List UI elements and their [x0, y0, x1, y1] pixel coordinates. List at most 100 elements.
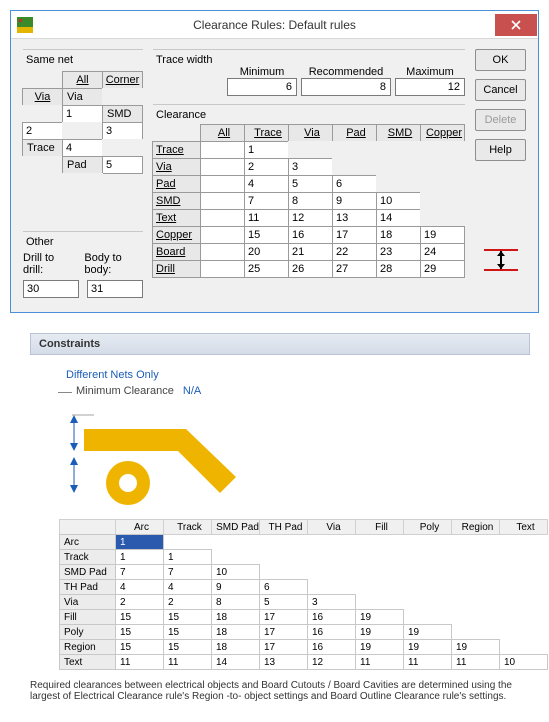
cm-col-fill[interactable]: Fill [355, 519, 404, 535]
col-via[interactable]: Via [22, 88, 63, 106]
cl-board-all[interactable] [200, 243, 245, 261]
cm-text-region[interactable]: 11 [451, 654, 500, 670]
cm-text-via[interactable]: 12 [307, 654, 356, 670]
cm-fill-fill[interactable]: 19 [355, 609, 404, 625]
cl-copper-smd[interactable]: 18 [376, 226, 421, 244]
cm-region-region[interactable]: 19 [451, 639, 500, 655]
cl-smd-pad[interactable]: 9 [332, 192, 377, 210]
cm-col-text[interactable]: Text [499, 519, 548, 535]
cm-th-pad-track[interactable]: 4 [163, 579, 212, 595]
cl-copper-copper[interactable]: 19 [420, 226, 465, 244]
cl-smd-all[interactable] [200, 192, 245, 210]
cl-drill-pad[interactable]: 27 [332, 260, 377, 278]
drill-to-drill-input[interactable] [23, 280, 79, 298]
cl-board-pad[interactable]: 22 [332, 243, 377, 261]
sn-smd-via[interactable]: 3 [102, 122, 143, 140]
cl-trace-all[interactable] [200, 141, 245, 159]
cl-via-via[interactable]: 3 [288, 158, 333, 176]
cl-drill-copper[interactable]: 29 [420, 260, 465, 278]
cl-row-smd[interactable]: SMD [152, 192, 201, 210]
cl-drill-all[interactable] [200, 260, 245, 278]
sn-smd-all[interactable]: 2 [22, 122, 63, 140]
trace-width-min[interactable] [227, 78, 297, 96]
sn-pad-all[interactable]: 5 [102, 156, 143, 174]
cm-row-smd-pad[interactable]: SMD Pad [59, 564, 116, 580]
cl-text-trace[interactable]: 11 [244, 209, 289, 227]
cm-poly-track[interactable]: 15 [163, 624, 212, 640]
cl-via-trace[interactable]: 2 [244, 158, 289, 176]
help-button[interactable]: Help [475, 139, 526, 161]
body-to-body-input[interactable] [87, 280, 143, 298]
row-smd[interactable]: SMD [102, 105, 143, 123]
cm-col-poly[interactable]: Poly [403, 519, 452, 535]
col-all[interactable]: All [62, 71, 103, 89]
cm-poly-fill[interactable]: 19 [355, 624, 404, 640]
cl-col-via[interactable]: Via [288, 124, 333, 142]
cm-th-pad-smd-pad[interactable]: 9 [211, 579, 260, 595]
cm-region-fill[interactable]: 19 [355, 639, 404, 655]
cm-region-smd-pad[interactable]: 18 [211, 639, 260, 655]
cl-text-pad[interactable]: 13 [332, 209, 377, 227]
cm-via-smd-pad[interactable]: 8 [211, 594, 260, 610]
cl-copper-trace[interactable]: 15 [244, 226, 289, 244]
cm-fill-arc[interactable]: 15 [115, 609, 164, 625]
cm-col-arc[interactable]: Arc [115, 519, 164, 535]
cl-pad-trace[interactable]: 4 [244, 175, 289, 193]
cm-region-arc[interactable]: 15 [115, 639, 164, 655]
cl-pad-pad[interactable]: 6 [332, 175, 377, 193]
cm-poly-smd-pad[interactable]: 18 [211, 624, 260, 640]
cm-smd-pad-arc[interactable]: 7 [115, 564, 164, 580]
cm-th-pad-th-pad[interactable]: 6 [259, 579, 308, 595]
cm-via-track[interactable]: 2 [163, 594, 212, 610]
cl-board-smd[interactable]: 23 [376, 243, 421, 261]
cl-pad-all[interactable] [200, 175, 245, 193]
cm-poly-th-pad[interactable]: 17 [259, 624, 308, 640]
cm-poly-via[interactable]: 16 [307, 624, 356, 640]
cl-via-all[interactable] [200, 158, 245, 176]
cm-fill-via[interactable]: 16 [307, 609, 356, 625]
cm-col-th-pad[interactable]: TH Pad [259, 519, 308, 535]
cm-text-smd-pad[interactable]: 14 [211, 654, 260, 670]
cm-row-arc[interactable]: Arc [59, 534, 116, 550]
cancel-button[interactable]: Cancel [475, 79, 526, 101]
cm-th-pad-arc[interactable]: 4 [115, 579, 164, 595]
cm-row-fill[interactable]: Fill [59, 609, 116, 625]
sn-trace-all[interactable]: 4 [62, 139, 103, 157]
cm-text-poly[interactable]: 11 [403, 654, 452, 670]
cl-pad-via[interactable]: 5 [288, 175, 333, 193]
cm-smd-pad-track[interactable]: 7 [163, 564, 212, 580]
cl-row-text[interactable]: Text [152, 209, 201, 227]
cl-smd-via[interactable]: 8 [288, 192, 333, 210]
cl-drill-smd[interactable]: 28 [376, 260, 421, 278]
row-trace[interactable]: Trace [22, 139, 63, 157]
cm-via-arc[interactable]: 2 [115, 594, 164, 610]
cm-col-region[interactable]: Region [451, 519, 500, 535]
cl-trace-trace[interactable]: 1 [244, 141, 289, 159]
cm-region-poly[interactable]: 19 [403, 639, 452, 655]
cl-copper-via[interactable]: 16 [288, 226, 333, 244]
cm-track-arc[interactable]: 1 [115, 549, 164, 565]
cl-copper-pad[interactable]: 17 [332, 226, 377, 244]
cl-board-trace[interactable]: 20 [244, 243, 289, 261]
row-via[interactable]: Via [62, 88, 103, 106]
cm-text-th-pad[interactable]: 13 [259, 654, 308, 670]
cl-row-trace[interactable]: Trace [152, 141, 201, 159]
cm-row-poly[interactable]: Poly [59, 624, 116, 640]
cm-via-th-pad[interactable]: 5 [259, 594, 308, 610]
cm-text-arc[interactable]: 11 [115, 654, 164, 670]
cm-row-region[interactable]: Region [59, 639, 116, 655]
cm-row-track[interactable]: Track [59, 549, 116, 565]
sn-via-via[interactable]: 1 [62, 105, 103, 123]
cm-fill-smd-pad[interactable]: 18 [211, 609, 260, 625]
cl-smd-trace[interactable]: 7 [244, 192, 289, 210]
cm-region-track[interactable]: 15 [163, 639, 212, 655]
cm-arc-arc[interactable]: 1 [115, 534, 164, 550]
cl-col-pad[interactable]: Pad [332, 124, 377, 142]
cm-col-track[interactable]: Track [163, 519, 212, 535]
ok-button[interactable]: OK [475, 49, 526, 71]
cm-poly-arc[interactable]: 15 [115, 624, 164, 640]
col-corner[interactable]: Corner [102, 71, 143, 89]
row-pad[interactable]: Pad [62, 156, 103, 174]
cm-col-smd-pad[interactable]: SMD Pad [211, 519, 260, 535]
cl-row-pad[interactable]: Pad [152, 175, 201, 193]
